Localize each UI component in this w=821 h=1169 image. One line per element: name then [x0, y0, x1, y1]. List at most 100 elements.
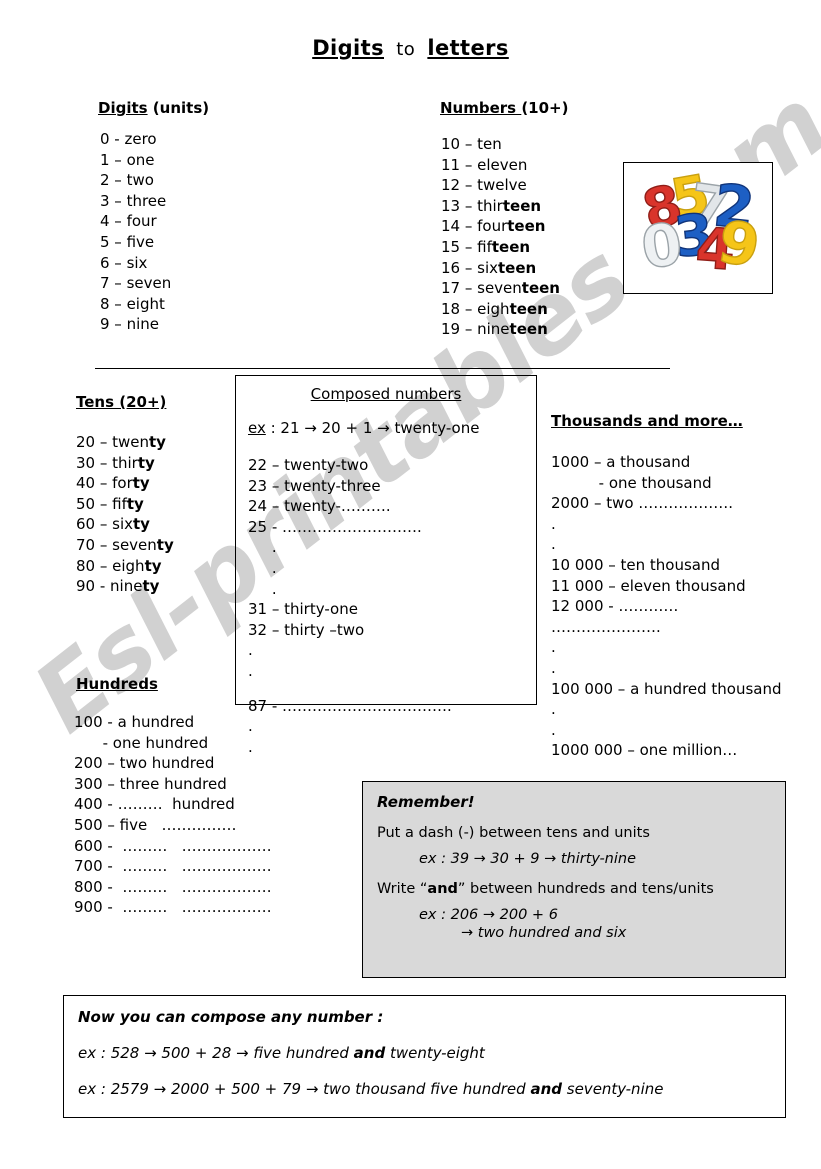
digits-list-item-row: 3 – three	[100, 191, 167, 210]
compose-example-2-pre: ex : 2579 → 2000 + 500 + 79 → two thousa…	[78, 1080, 531, 1098]
tens-list-item-row-suffix: ty	[126, 494, 144, 513]
numbers-list-item-row-stem: 12 – twelve	[441, 176, 527, 195]
numbers-list-item-row-stem: 18 – eigh	[441, 299, 510, 318]
remember-rule-2-pre: Write “	[377, 881, 428, 897]
compose-example-2: ex : 2579 → 2000 + 500 + 79 → two thousa…	[78, 1080, 785, 1098]
composed-row-a-row: 23 – twenty-three	[248, 476, 381, 495]
worksheet-page: Esl-printables.com Digits to letters Dig…	[0, 0, 821, 1169]
numbers-list-item-row: 14 – fourteen	[441, 216, 560, 237]
numbers-list-item-row: 12 – twelve	[441, 175, 560, 196]
digits-list-item-row: 1 – one	[100, 150, 155, 169]
tens-list-item-row-stem: 30 – thir	[76, 453, 138, 472]
numbers-list-item-row-stem: 17 – seven	[441, 279, 522, 298]
tens-list-item-row-stem: 70 – seven	[76, 535, 157, 554]
digits-list-item-row: 4 – four	[100, 212, 157, 231]
thousands-list-item-row: .	[551, 535, 556, 554]
page-title: Digits to letters	[0, 36, 821, 60]
numbers-list-item-row-stem: 10 – ten	[441, 135, 502, 153]
tens-list-item-row: 80 – eighty	[76, 556, 174, 577]
composed-row-a-row: .	[248, 579, 277, 598]
hundreds-section-heading: Hundreds	[76, 675, 158, 693]
hundreds-list-item-row: 600 - ……… ………………	[74, 836, 272, 855]
tens-list-item-row: 90 - ninety	[76, 576, 174, 597]
tens-list-item-row: 30 – thirty	[76, 453, 174, 474]
compose-example-1-bold: and	[353, 1044, 386, 1062]
tens-list-item-row-suffix: ty	[156, 535, 174, 554]
thousands-list-item-row: - one thousand	[551, 473, 712, 492]
composed-example: ex : 21 → 20 + 1 → twenty-one	[236, 419, 536, 437]
thousands-list-item-row: 100 000 – a hundred thousand	[551, 679, 782, 698]
composed-row-c-row: 87 - …………………………….	[248, 696, 452, 715]
numbers-list-item-row-suffix: teen	[521, 279, 560, 298]
numbers-list-item-row: 11 – eleven	[441, 155, 560, 176]
compose-any-number-box: Now you can compose any number : ex : 52…	[63, 995, 786, 1118]
numbers-list-item-row-stem: 14 – four	[441, 217, 508, 236]
numbers-section-heading: Numbers (10+)	[440, 99, 568, 117]
composed-row-a-row: 22 – twenty-two	[248, 456, 369, 474]
numbers-list-item-row-suffix: teen	[491, 237, 531, 256]
tens-list-item-row-stem: 60 – six	[76, 515, 133, 534]
numbers-list-item-row: 17 – seventeen	[441, 278, 560, 299]
compose-example-1-post: twenty-eight	[385, 1044, 485, 1062]
composed-row-b-row: 32 – thirty –two	[248, 620, 365, 639]
numbers-heading-underlined: Numbers	[440, 99, 522, 117]
composed-row-a-row: 24 – twenty-……….	[248, 497, 391, 516]
numbers-list-item-row-suffix: teen	[507, 217, 546, 236]
digits-list: 0 - zero 1 – one 2 – two 3 – three 4 – four 5…	[100, 129, 171, 335]
digits-list-item-row: 9 – nine	[100, 315, 159, 334]
composed-row-a-row: .	[248, 558, 277, 577]
numbers-list-item-row: 19 – nineteen	[441, 319, 560, 340]
hundreds-list-item-row: 700 - ……… ………………	[74, 857, 272, 876]
remember-title: Remember!	[377, 793, 475, 811]
remember-rule-1-example: ex : 39 → 30 + 9 → thirty-nine	[419, 851, 637, 867]
remember-rule-2-bold: and	[427, 881, 458, 897]
digits-list-item-row: 2 – two	[100, 171, 154, 190]
digits-heading-underlined: Digits	[98, 99, 148, 117]
composed-row-c-row: .	[248, 717, 253, 736]
composed-row-b-row: 31 – thirty-one	[248, 600, 358, 619]
thousands-list-item-row: 10 000 – ten thousand	[551, 555, 721, 574]
digits-list-item-row: 5 – five	[100, 232, 155, 251]
composed-rows-b: 31 – thirty-one 32 – thirty –two..	[236, 599, 536, 681]
hundreds-list-item-row: 900 - ……… ………………	[74, 898, 272, 917]
composed-numbers-box: Composed numbers ex : 21 → 20 + 1 → twen…	[235, 375, 537, 756]
composed-row-c-row: .	[248, 737, 253, 756]
page-title-connector: to	[396, 39, 416, 60]
horizontal-divider	[95, 368, 670, 369]
digits-list-item-row: 8 – eight	[100, 294, 165, 313]
tens-list-item-row-suffix: ty	[149, 433, 166, 451]
compose-example-2-post: seventy-nine	[562, 1080, 664, 1098]
hundreds-heading-underlined: Hundreds	[76, 675, 158, 693]
numbers-list-item-row-suffix: teen	[509, 299, 548, 318]
remember-box: Remember! Put a dash (-) between tens an…	[362, 781, 786, 978]
thousands-list-item-row: 11 000 – eleven thousand	[551, 576, 746, 595]
compose-example-1: ex : 528 → 500 + 28 → five hundred and t…	[78, 1044, 785, 1062]
composed-numbers-title-text: Composed numbers	[310, 385, 462, 403]
compose-box-title: Now you can compose any number :	[78, 1008, 384, 1026]
tens-section-heading: Tens (20+)	[76, 393, 166, 411]
digits-list-item-row: 6 – six	[100, 253, 148, 272]
numbers-list-item-row-stem: 16 – six	[441, 258, 498, 277]
thousands-list-item-row: ………………….	[551, 617, 661, 636]
hundreds-list-item-row: 400 - ……… hundred	[74, 795, 235, 814]
composed-row-a-row: .	[248, 538, 277, 557]
numbers-list-item-row-suffix: teen	[509, 320, 548, 339]
digits-list-item-row: 7 – seven	[100, 274, 172, 293]
tens-list-item-row: 70 – seventy	[76, 535, 174, 556]
tens-list-item-row-suffix: ty	[132, 515, 150, 534]
thousands-list: 1000 – a thousand - one thousand 2000 – t…	[551, 452, 782, 761]
numbers-list-item-row-stem: 19 – nine	[441, 320, 510, 339]
digits-heading-rest: (units)	[147, 99, 210, 117]
thousands-list-item-row: 1000 – a thousand	[551, 453, 691, 471]
tens-list-item-row-suffix: ty	[144, 556, 162, 575]
tens-list-item-row-stem: 40 – for	[76, 474, 133, 493]
remember-rule-2: Write “and” between hundreds and tens/un…	[377, 881, 785, 897]
composed-numbers-title: Composed numbers	[236, 385, 536, 403]
hundreds-list-item-row: 800 - ……… ………………	[74, 877, 272, 896]
numbers-heading-rest: (10+)	[521, 99, 569, 117]
thousands-list-item-row: 2000 – two ……………….	[551, 494, 734, 513]
numbers-list-item-row-suffix: teen	[497, 258, 537, 277]
thousands-list-item-row: .	[551, 720, 556, 739]
numbers-list-item-row: 16 – sixteen	[441, 258, 560, 279]
tens-list-item-row-stem: 50 – fif	[76, 494, 127, 513]
